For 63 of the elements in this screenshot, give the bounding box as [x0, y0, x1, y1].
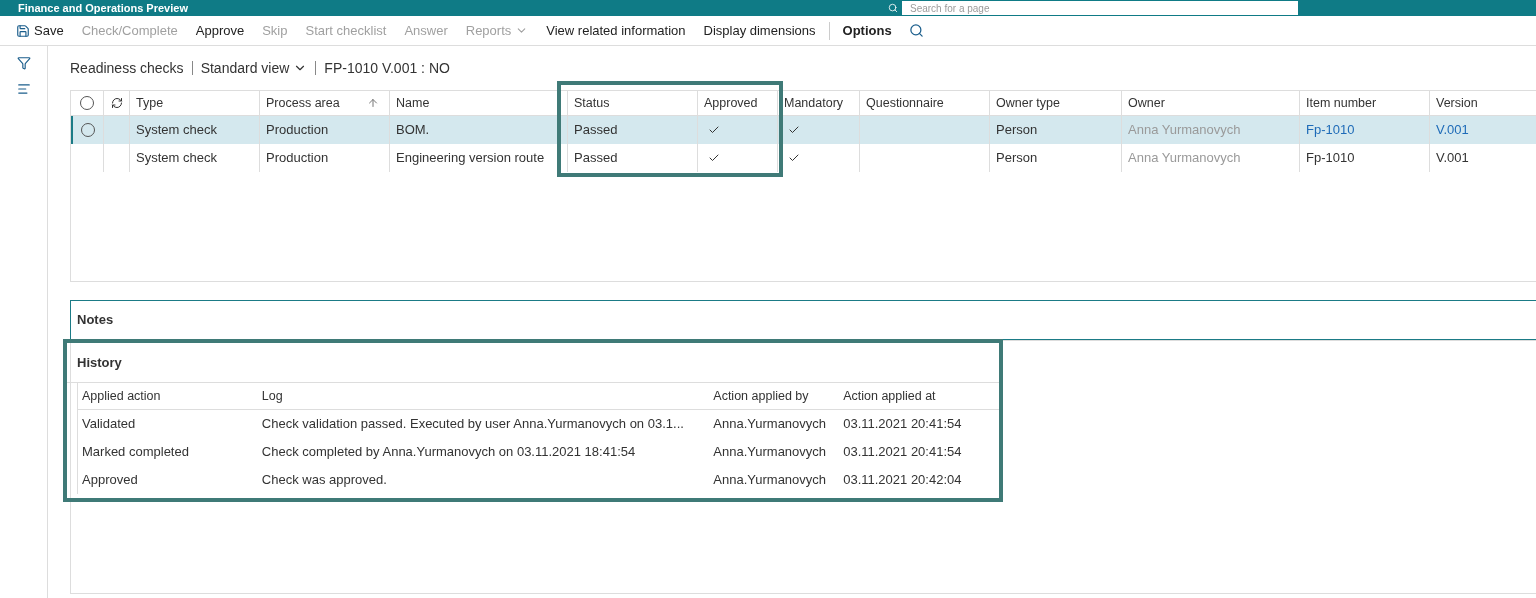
- column-header[interactable]: Version: [1429, 91, 1536, 115]
- page-title: Readiness checks: [70, 58, 184, 78]
- table-cell-text: Person: [996, 121, 1038, 140]
- app-title: Finance and Operations Preview: [18, 2, 188, 14]
- list-icon[interactable]: [16, 82, 31, 96]
- refresh-icon[interactable]: [110, 97, 123, 109]
- table-cell-text: Passed: [574, 121, 618, 140]
- table-cell-text: Check completed by Anna.Yurmanovych on 03.11.2021 18:41:54: [260, 443, 637, 462]
- section-title: Notes: [77, 311, 114, 330]
- save-icon: [16, 23, 30, 38]
- link[interactable]: Fp-1010: [1306, 120, 1355, 140]
- table-cell-text: BOM.: [396, 121, 430, 140]
- column-header[interactable]: Owner: [1121, 91, 1299, 115]
- table-cell-text: Anna Yurmanovych: [1128, 149, 1241, 168]
- table-cell-text: Approved: [81, 471, 139, 490]
- record-title: FP-1010 V.001 : NO: [324, 58, 450, 78]
- section-title: History: [77, 353, 122, 372]
- table-cell-text: 03.11.2021 20:41:54: [842, 415, 963, 434]
- table-cell-text: System check: [136, 149, 217, 168]
- column-header[interactable]: Name: [389, 91, 567, 115]
- filter-icon[interactable]: [16, 56, 31, 70]
- table-cell-text: Anna.Yurmanovych: [712, 443, 828, 462]
- table-cell-text: Check validation passed. Executed by user Anna.Yurmanovych on 03.1...: [260, 415, 685, 434]
- column-header[interactable]: Log: [257, 386, 710, 406]
- column-header[interactable]: Item number: [1299, 91, 1429, 115]
- search-icon[interactable]: [908, 23, 924, 38]
- toolbar-button[interactable]: View related information: [537, 17, 695, 44]
- options-tab[interactable]: Options: [833, 17, 901, 44]
- table-cell-text: 03.11.2021 20:42:04: [842, 471, 963, 490]
- column-header[interactable]: Applied action: [78, 386, 258, 406]
- table-cell-text: Production: [266, 149, 329, 168]
- column-header[interactable]: Action applied at: [839, 386, 999, 406]
- table-cell-text: Person: [996, 149, 1038, 168]
- table-cell-text: Validated: [81, 415, 137, 434]
- column-header[interactable]: Type: [129, 91, 259, 115]
- table-cell-text: Production: [266, 121, 329, 140]
- toolbar-button[interactable]: Display dimensions: [694, 17, 825, 44]
- column-header[interactable]: Owner type: [989, 91, 1121, 115]
- search-icon: [888, 3, 898, 13]
- column-header[interactable]: Approved: [697, 91, 777, 115]
- table-cell-text: Engineering version route: [396, 149, 545, 168]
- table-cell-text: System check: [136, 121, 217, 140]
- table-cell-text: Passed: [574, 149, 618, 168]
- column-header[interactable]: Process area: [259, 91, 389, 115]
- grid-row[interactable]: System check Production Engineering version route Passed Person Anna Yurmanovych Fp-1010 V.001: [71, 144, 1536, 172]
- column-header[interactable]: Action applied by: [709, 386, 840, 406]
- column-header[interactable]: Questionnaire: [859, 91, 989, 115]
- save-button[interactable]: Save: [16, 17, 73, 44]
- table-cell-text: Marked completed: [81, 443, 190, 462]
- column-header[interactable]: Mandatory: [777, 91, 859, 115]
- table-cell-text: 03.11.2021 20:41:54: [842, 443, 963, 462]
- column-header[interactable]: Status: [567, 91, 697, 115]
- table-cell-text: Anna.Yurmanovych: [712, 471, 828, 490]
- table-cell-text: Anna.Yurmanovych: [712, 415, 828, 434]
- link: V.001: [1436, 149, 1469, 168]
- search-field[interactable]: Search for a page: [902, 1, 1298, 15]
- table-cell-text: Check was approved.: [260, 471, 388, 490]
- grid-row[interactable]: System check Production BOM. Passed Person Anna Yurmanovych Fp-1010 V.001: [71, 116, 1536, 144]
- table-cell-text: Anna Yurmanovych: [1128, 121, 1241, 140]
- link[interactable]: V.001: [1436, 120, 1469, 140]
- view-selector[interactable]: Standard view: [200, 57, 308, 79]
- link: Fp-1010: [1306, 149, 1355, 168]
- toolbar-button[interactable]: Approve: [186, 17, 254, 44]
